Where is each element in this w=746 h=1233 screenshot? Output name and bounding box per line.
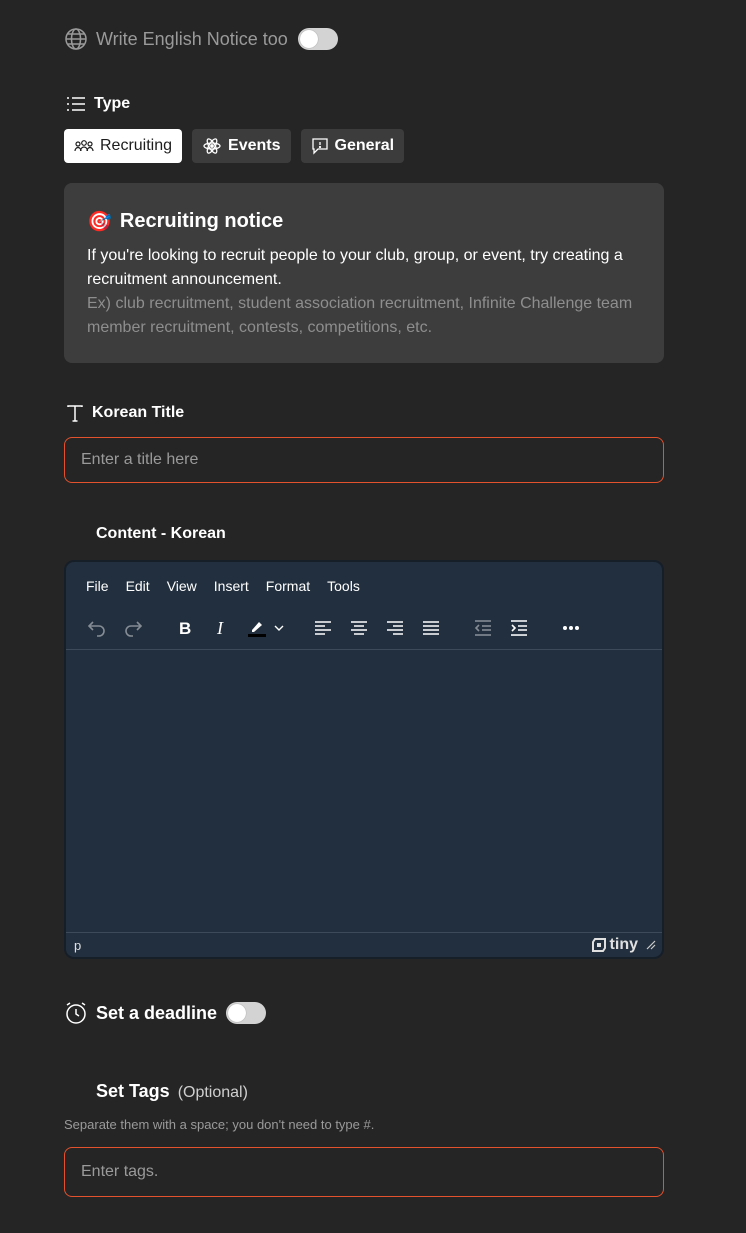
english-notice-toggle[interactable] — [297, 28, 338, 50]
toggle-knob — [228, 1004, 247, 1022]
highlight-color-dropdown[interactable] — [272, 613, 286, 643]
highlight-color-button[interactable] — [242, 613, 272, 643]
editor-menubar: File Edit View Insert Format Tools — [66, 562, 662, 606]
svg-text:B: B — [179, 619, 191, 638]
align-left-button[interactable] — [308, 613, 338, 643]
tiny-brand-link[interactable]: tiny — [591, 936, 638, 954]
element-path[interactable]: p — [74, 938, 81, 953]
align-left-icon — [315, 620, 331, 635]
tags-heading: Set Tags (Optional) — [96, 1081, 248, 1102]
type-heading-text: Type — [94, 95, 131, 112]
title-heading: Korean Title — [66, 404, 184, 422]
align-right-button[interactable] — [380, 613, 410, 643]
tags-optional-label: (Optional) — [177, 1084, 248, 1101]
type-option-label: Events — [228, 137, 281, 154]
globe-icon — [65, 28, 87, 50]
align-justify-icon — [423, 620, 439, 635]
korean-title-input[interactable] — [64, 437, 664, 483]
list-icon — [67, 97, 85, 111]
indent-icon — [511, 619, 527, 636]
sparkle-icon — [203, 138, 221, 154]
align-right-icon — [387, 620, 403, 635]
deadline-row: Set a deadline — [64, 1001, 267, 1025]
tags-input[interactable] — [64, 1147, 664, 1197]
alarm-clock-icon — [66, 1002, 86, 1024]
english-notice-row: Write English Notice too — [64, 26, 338, 52]
editor-content-area[interactable] — [66, 650, 662, 932]
italic-icon: I — [216, 618, 224, 638]
more-button[interactable] — [556, 613, 586, 643]
menu-tools[interactable]: Tools — [327, 578, 360, 606]
align-center-icon — [351, 620, 367, 635]
menu-format[interactable]: Format — [266, 578, 310, 606]
tags-heading-text: Set Tags — [96, 1081, 170, 1101]
text-icon — [67, 405, 83, 422]
tiny-brand-text: tiny — [609, 936, 638, 953]
menu-edit[interactable]: Edit — [126, 578, 150, 606]
redo-button[interactable] — [118, 613, 148, 643]
align-justify-button[interactable] — [416, 613, 446, 643]
toggle-knob — [299, 30, 318, 48]
recruiting-info-card: 🎯 Recruiting notice If you're looking to… — [64, 183, 664, 363]
statusbar-right: tiny — [591, 936, 656, 954]
type-options: Recruiting Events General — [64, 129, 405, 163]
card-description: If you're looking to recruit people to y… — [87, 247, 623, 288]
english-notice-label: Write English Notice too — [96, 28, 288, 49]
chevron-down-icon — [274, 625, 284, 631]
redo-icon — [125, 620, 143, 637]
indent-button[interactable] — [504, 613, 534, 643]
type-option-recruiting[interactable]: Recruiting — [64, 129, 183, 163]
content-heading: Content - Korean — [96, 525, 226, 542]
menu-insert[interactable]: Insert — [214, 578, 249, 606]
tags-hint: Separate them with a space; you don't ne… — [64, 1117, 375, 1132]
deadline-toggle[interactable] — [226, 1002, 267, 1024]
bold-icon: B — [179, 619, 191, 638]
deadline-label: Set a deadline — [96, 1002, 218, 1023]
rich-text-editor: File Edit View Insert Format Tools B I p… — [64, 560, 664, 959]
people-icon — [74, 140, 94, 152]
align-center-button[interactable] — [344, 613, 374, 643]
title-heading-text: Korean Title — [92, 404, 185, 421]
type-option-general[interactable]: General — [300, 129, 405, 163]
target-icon: 🎯 — [87, 211, 112, 233]
card-title-text: Recruiting notice — [119, 210, 284, 232]
resize-handle-icon[interactable] — [646, 940, 656, 950]
more-icon — [563, 625, 579, 630]
editor-statusbar: p tiny — [66, 932, 662, 957]
type-option-label: General — [334, 137, 395, 154]
type-option-label: Recruiting — [100, 137, 173, 154]
menu-file[interactable]: File — [86, 578, 109, 606]
svg-text:I: I — [216, 618, 224, 638]
undo-button[interactable] — [82, 613, 112, 643]
undo-icon — [87, 620, 105, 637]
outdent-button[interactable] — [468, 613, 498, 643]
outdent-icon — [474, 619, 491, 636]
speech-bubble-icon — [311, 138, 328, 155]
highlighter-icon — [248, 621, 266, 637]
bold-button[interactable]: B — [170, 613, 200, 643]
type-option-events[interactable]: Events — [192, 129, 291, 163]
type-heading: Type — [66, 95, 130, 113]
card-title: 🎯 Recruiting notice — [87, 209, 641, 234]
tiny-logo-icon — [591, 938, 606, 952]
card-example: Ex) club recruitment, student associatio… — [87, 295, 633, 336]
editor-toolbar: B I — [66, 606, 662, 650]
italic-button[interactable]: I — [206, 613, 236, 643]
menu-view[interactable]: View — [167, 578, 197, 606]
